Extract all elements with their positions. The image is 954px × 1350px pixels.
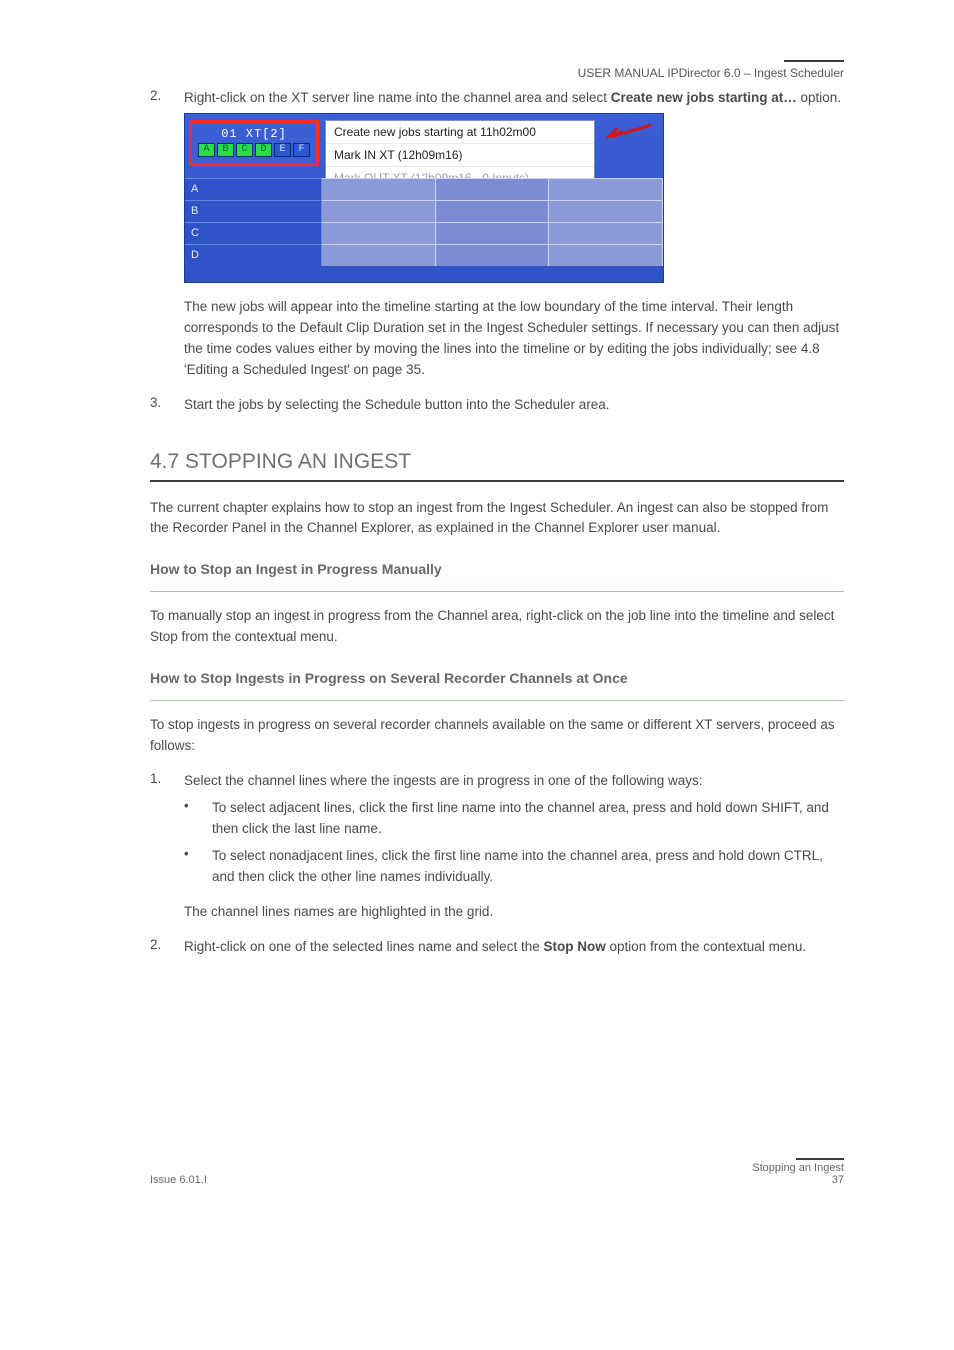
- menu-create-new-jobs[interactable]: Create new jobs starting at 11h02m00: [326, 121, 594, 144]
- timeline-cell[interactable]: [322, 178, 436, 200]
- timeline-cell[interactable]: [549, 200, 663, 222]
- channel-chip[interactable]: E: [274, 143, 291, 157]
- table-row[interactable]: B: [185, 200, 663, 222]
- subsection-heading: How to Stop an Ingest in Progress Manual…: [150, 561, 844, 577]
- step-number: 1.: [150, 771, 184, 792]
- subsection-rule: [150, 700, 844, 701]
- section-rule: [150, 480, 844, 482]
- menu-mark-in[interactable]: Mark IN XT (12h09m16): [326, 144, 594, 167]
- step-text-part2: option from the contextual menu.: [606, 939, 806, 954]
- row-label: B: [185, 200, 322, 222]
- xt-server-box[interactable]: 01 XT[2] A B C D E F: [189, 120, 319, 166]
- channel-chip[interactable]: F: [293, 143, 310, 157]
- timeline-cell[interactable]: [436, 178, 550, 200]
- timeline-cell[interactable]: [549, 178, 663, 200]
- subsection-rule: [150, 591, 844, 592]
- bullet-text: To select adjacent lines, click the firs…: [212, 798, 844, 840]
- step-text: Start the jobs by selecting the Schedule…: [184, 395, 844, 416]
- channel-chip[interactable]: B: [217, 143, 234, 157]
- timeline-cell[interactable]: [436, 200, 550, 222]
- xt-server-title: 01 XT[2]: [192, 123, 316, 143]
- paragraph: The channel lines names are highlighted …: [184, 902, 844, 923]
- xt-chip-row: A B C D E F: [192, 143, 316, 163]
- footer-page-number: 37: [752, 1174, 844, 1186]
- section-heading: 4.7 STOPPING AN INGEST: [150, 450, 844, 474]
- row-label: C: [185, 222, 322, 244]
- footer-rule: [796, 1158, 844, 1160]
- step-text-part: Right-click on the XT server line name i…: [184, 90, 607, 105]
- paragraph: To manually stop an ingest in progress f…: [150, 606, 844, 648]
- subsection-heading: How to Stop Ingests in Progress on Sever…: [150, 670, 844, 686]
- step-text: Right-click on the XT server line name i…: [184, 88, 844, 109]
- footer-section-name: Stopping an Ingest: [752, 1162, 844, 1174]
- embedded-screenshot: 01 XT[2] A B C D E F Create new jobs sta…: [184, 113, 664, 283]
- timeline-cell[interactable]: [549, 222, 663, 244]
- step-text-part2: option.: [797, 90, 841, 105]
- step-text: Select the channel lines where the inges…: [184, 771, 844, 792]
- paragraph: To stop ingests in progress on several r…: [150, 715, 844, 757]
- footer-issue: Issue 6.01.I: [150, 1174, 207, 1186]
- step-text-bold: Stop Now: [543, 939, 605, 954]
- timeline-cell[interactable]: [549, 244, 663, 266]
- bullet-icon: •: [184, 846, 212, 888]
- step-number: 2.: [150, 88, 184, 109]
- timeline-cell[interactable]: [322, 200, 436, 222]
- timeline-cell[interactable]: [322, 244, 436, 266]
- paragraph: The current chapter explains how to stop…: [150, 498, 844, 540]
- timeline-rows: A B C D: [185, 178, 663, 282]
- channel-chip[interactable]: C: [236, 143, 253, 157]
- step-text-bold: Create new jobs starting at…: [607, 90, 797, 105]
- table-row[interactable]: A: [185, 178, 663, 200]
- timeline-cell[interactable]: [436, 222, 550, 244]
- timeline-cell[interactable]: [322, 222, 436, 244]
- bullet-icon: •: [184, 798, 212, 840]
- row-label: D: [185, 244, 322, 266]
- row-label: A: [185, 178, 322, 200]
- bullet-text: To select nonadjacent lines, click the f…: [212, 846, 844, 888]
- step-text: Right-click on one of the selected lines…: [184, 937, 844, 958]
- step-number: 3.: [150, 395, 184, 416]
- table-row[interactable]: C: [185, 222, 663, 244]
- callout-arrow-icon: [603, 122, 653, 142]
- step-number: 2.: [150, 937, 184, 958]
- channel-chip[interactable]: A: [198, 143, 215, 157]
- table-row[interactable]: D: [185, 244, 663, 266]
- channel-chip[interactable]: D: [255, 143, 272, 157]
- paragraph: The new jobs will appear into the timeli…: [184, 297, 844, 381]
- timeline-cell[interactable]: [436, 244, 550, 266]
- page-header: USER MANUAL IPDirector 6.0 – Ingest Sche…: [150, 66, 844, 80]
- step-text-part: Right-click on one of the selected lines…: [184, 939, 543, 954]
